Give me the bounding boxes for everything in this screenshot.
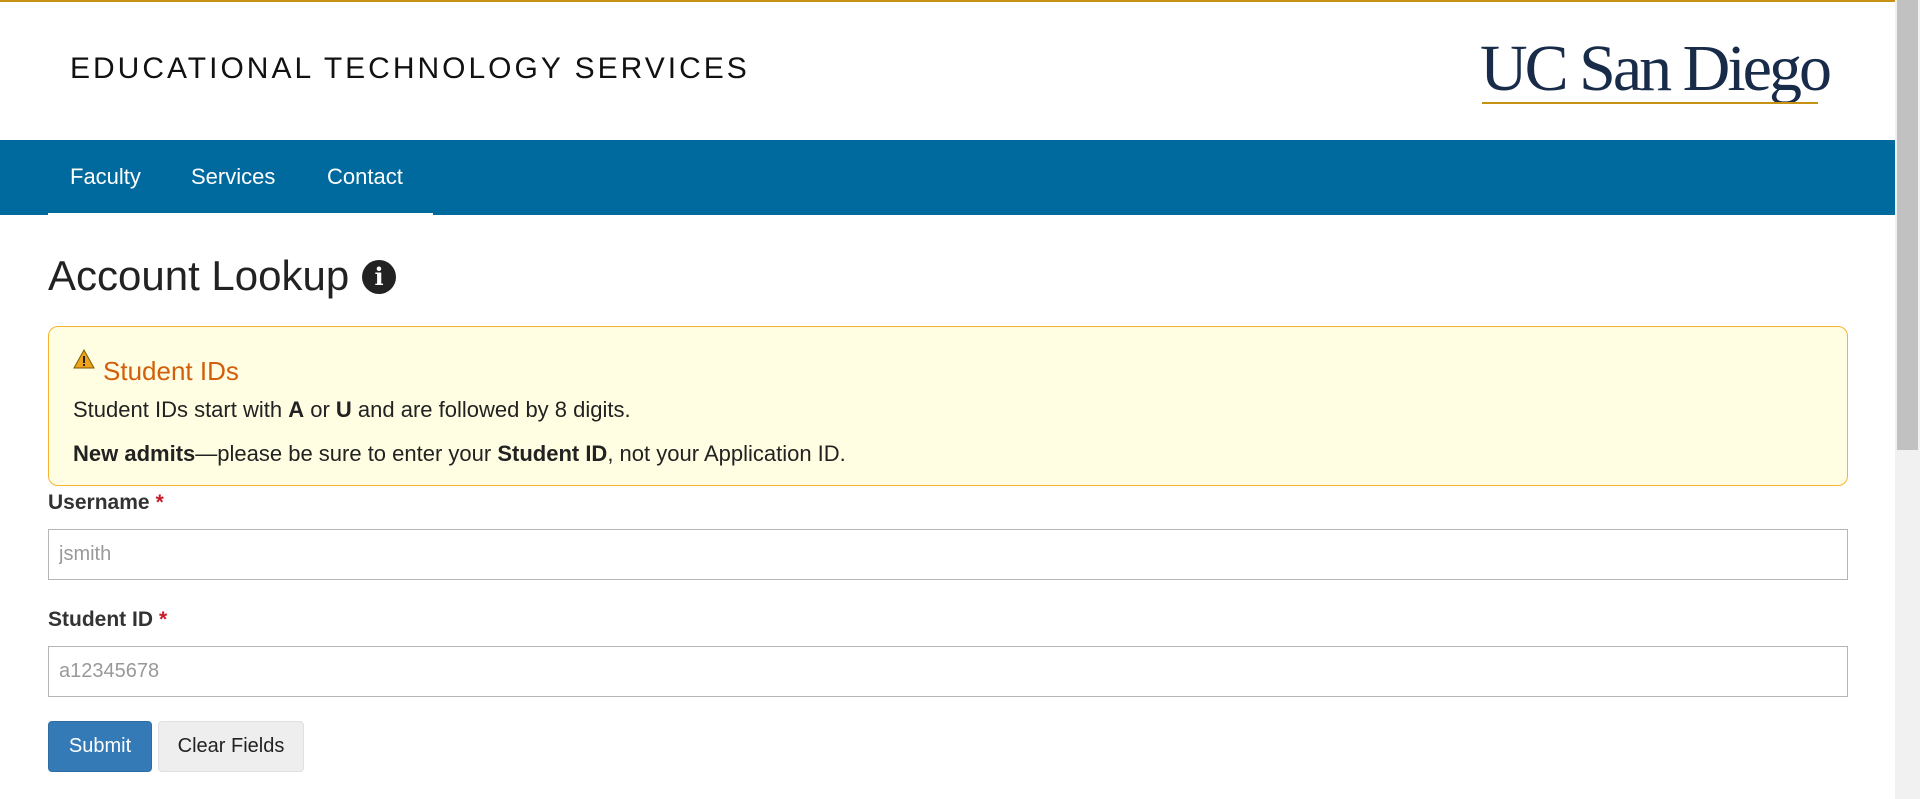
logo-underline bbox=[1482, 102, 1818, 104]
scrollbar-thumb[interactable] bbox=[1897, 0, 1918, 450]
clear-fields-button[interactable]: Clear Fields bbox=[158, 721, 304, 772]
main-navbar: Faculty Services Contact bbox=[0, 140, 1895, 215]
alert-line-new-admits: New admits—please be sure to enter your … bbox=[73, 441, 846, 466]
alert-title: Student IDs bbox=[103, 356, 239, 386]
required-mark: * bbox=[159, 608, 168, 631]
page: EDUCATIONAL TECHNOLOGY SERVICES UC San D… bbox=[0, 0, 1895, 799]
student-id-input[interactable] bbox=[48, 646, 1848, 697]
nav-item-contact[interactable]: Contact bbox=[327, 140, 403, 213]
alert-line-format: Student IDs start with A or U and are fo… bbox=[73, 397, 631, 422]
uc-san-diego-logo[interactable]: UC San Diego bbox=[1480, 32, 1832, 108]
username-input[interactable] bbox=[48, 529, 1848, 580]
page-scrollbar[interactable] bbox=[1895, 0, 1920, 799]
student-id-alert: Student IDs Student IDs start with A or … bbox=[48, 326, 1848, 486]
logo-text: UC San Diego bbox=[1480, 32, 1832, 105]
nav-item-services[interactable]: Services bbox=[191, 140, 275, 213]
submit-button[interactable]: Submit bbox=[48, 721, 152, 772]
nav-group: Faculty Services Contact bbox=[48, 140, 433, 215]
site-header: EDUCATIONAL TECHNOLOGY SERVICES UC San D… bbox=[0, 2, 1895, 140]
site-title[interactable]: EDUCATIONAL TECHNOLOGY SERVICES bbox=[70, 52, 750, 86]
nav-item-faculty[interactable]: Faculty bbox=[70, 140, 141, 213]
required-mark: * bbox=[155, 491, 164, 514]
username-label: Username * bbox=[48, 491, 164, 514]
page-title: Account Lookup bbox=[48, 252, 350, 299]
info-icon[interactable]: i bbox=[362, 260, 396, 294]
warning-icon bbox=[73, 349, 95, 369]
student-id-label: Student ID * bbox=[48, 608, 168, 631]
